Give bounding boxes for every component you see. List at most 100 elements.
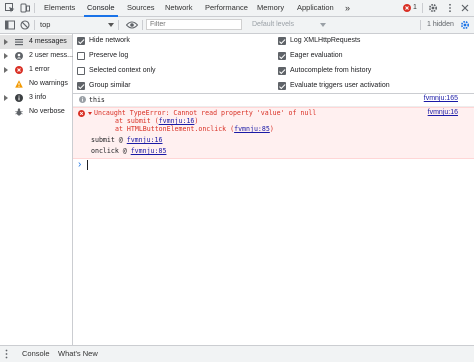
option-label: Preserve log	[89, 52, 129, 59]
console-log-message: this fvmnju:165	[73, 94, 474, 107]
bug-icon	[15, 108, 23, 116]
checkbox-checked[interactable]	[278, 37, 286, 45]
option-label: Evaluate triggers user activation	[290, 82, 390, 89]
devtools-tabbar: Elements Console Sources Network Perform…	[0, 0, 474, 17]
user-icon	[15, 52, 23, 60]
warning-icon	[15, 80, 23, 88]
tab-console[interactable]: Console	[84, 0, 118, 17]
error-icon[interactable]	[403, 4, 411, 12]
source-link[interactable]: fvmnju:165	[424, 95, 458, 102]
console-error-message: Uncaught TypeError: Cannot read property…	[73, 107, 474, 159]
sidebar-item-verbose[interactable]: No verbose	[0, 105, 72, 119]
gear-icon[interactable]	[428, 3, 438, 13]
tab-sources[interactable]: Sources	[127, 0, 155, 16]
hidden-count: 1 hidden	[427, 21, 454, 28]
checkbox-checked[interactable]	[278, 82, 286, 90]
divider	[34, 3, 35, 13]
checkbox-checked[interactable]	[278, 52, 286, 60]
divider	[34, 20, 35, 30]
divider	[420, 20, 421, 30]
error-icon	[78, 110, 85, 117]
kebab-menu-icon[interactable]	[445, 3, 455, 13]
stack-frame-text: )	[269, 125, 274, 133]
sidebar-item-label: 4 messages	[29, 38, 67, 45]
sidebar-item-info[interactable]: 3 info	[0, 91, 72, 105]
checkbox-unchecked[interactable]	[77, 52, 85, 60]
more-tabs-button[interactable]: »	[345, 0, 350, 16]
console-toolbar: top Default levels 1 hidden	[0, 17, 474, 34]
tab-performance[interactable]: Performance	[205, 0, 248, 16]
option-label: Group similar	[89, 82, 131, 89]
trace-entry: onclick @ fvmnju:85	[91, 147, 166, 155]
stack-frame-text: at submit (	[115, 117, 159, 125]
option-label: Autocomplete from history	[290, 67, 372, 74]
expand-arrow-icon[interactable]	[4, 95, 8, 101]
sidebar-item-errors[interactable]: 1 error	[0, 63, 72, 77]
context-selector[interactable]: top	[40, 19, 50, 31]
stack-frame: at submit (fvmnju:16)	[115, 117, 198, 125]
expand-arrow-icon[interactable]	[4, 39, 8, 45]
option-label: Eager evaluation	[290, 52, 343, 59]
bottom-drawer: Console What's New	[0, 345, 474, 362]
option-label: Selected context only	[89, 67, 156, 74]
device-toolbar-icon[interactable]	[20, 3, 30, 13]
log-text: this	[89, 96, 105, 104]
error-icon	[15, 66, 23, 74]
expand-arrow-icon[interactable]	[4, 67, 8, 73]
tab-elements[interactable]: Elements	[44, 0, 75, 16]
trace-link[interactable]: fvmnju:85	[131, 147, 167, 155]
filter-input[interactable]	[146, 19, 242, 30]
stack-frame-link[interactable]: fvmnju:16	[159, 117, 195, 125]
divider	[422, 3, 423, 13]
sidebar-item-label: No warnings	[29, 80, 68, 87]
tab-network[interactable]: Network	[165, 0, 193, 16]
stack-frame: at HTMLButtonElement.onclick (fvmnju:85)	[115, 125, 274, 133]
stack-frame-text: at HTMLButtonElement.onclick (	[115, 125, 235, 133]
chevron-down-icon	[320, 23, 326, 27]
eye-icon[interactable]	[126, 20, 138, 30]
drawer-tab-console[interactable]: Console	[22, 346, 50, 362]
inspect-element-icon[interactable]	[5, 3, 15, 13]
list-icon	[15, 38, 23, 46]
sidebar-item-warnings[interactable]: No warnings	[0, 77, 72, 91]
info-icon	[79, 96, 86, 103]
gear-icon[interactable]	[460, 20, 470, 30]
sidebar-item-label: 2 user mess...	[29, 52, 73, 59]
source-link[interactable]: fvmnju:16	[428, 109, 458, 116]
prompt-chevron-icon: ›	[78, 159, 82, 170]
expand-arrow-icon[interactable]	[88, 112, 92, 115]
sidebar-item-label: 1 error	[29, 66, 50, 73]
sidebar-item-user-messages[interactable]: 2 user mess...	[0, 49, 73, 63]
info-icon	[15, 94, 23, 102]
divider	[142, 20, 143, 30]
checkbox-checked[interactable]	[278, 67, 286, 75]
stack-frame-link[interactable]: fvmnju:85	[234, 125, 270, 133]
checkbox-unchecked[interactable]	[77, 67, 85, 75]
checkbox-checked[interactable]	[77, 82, 85, 90]
close-icon[interactable]	[460, 3, 470, 13]
divider	[118, 20, 119, 30]
chevron-down-icon	[108, 23, 114, 27]
log-levels-dropdown[interactable]: Default levels	[252, 19, 294, 31]
sidebar-item-messages[interactable]: 4 messages	[0, 35, 72, 49]
clear-console-icon[interactable]	[20, 20, 30, 30]
option-label: Log XMLHttpRequests	[290, 37, 361, 44]
error-message-text: Uncaught TypeError: Cannot read property…	[94, 109, 317, 117]
console-settings-panel: Hide network Preserve log Selected conte…	[73, 34, 474, 94]
sidebar-toggle-icon[interactable]	[5, 20, 15, 30]
text-cursor	[87, 160, 88, 170]
console-sidebar: 4 messages 2 user mess... 1 error No war…	[0, 34, 73, 345]
trace-entry: submit @ fvmnju:16	[91, 136, 162, 144]
tab-application[interactable]: Application	[297, 0, 334, 16]
tab-memory[interactable]: Memory	[257, 0, 284, 16]
console-prompt[interactable]: ›	[73, 158, 474, 172]
trace-link[interactable]: fvmnju:16	[127, 136, 163, 144]
trace-text: submit @	[91, 136, 127, 144]
option-label: Hide network	[89, 37, 130, 44]
drawer-tab-whats-new[interactable]: What's New	[58, 346, 98, 362]
stack-frame-text: )	[194, 117, 199, 125]
kebab-menu-icon[interactable]	[5, 349, 8, 359]
checkbox-checked[interactable]	[77, 37, 85, 45]
expand-arrow-icon[interactable]	[4, 53, 8, 59]
error-count-badge[interactable]: 1	[413, 0, 417, 16]
